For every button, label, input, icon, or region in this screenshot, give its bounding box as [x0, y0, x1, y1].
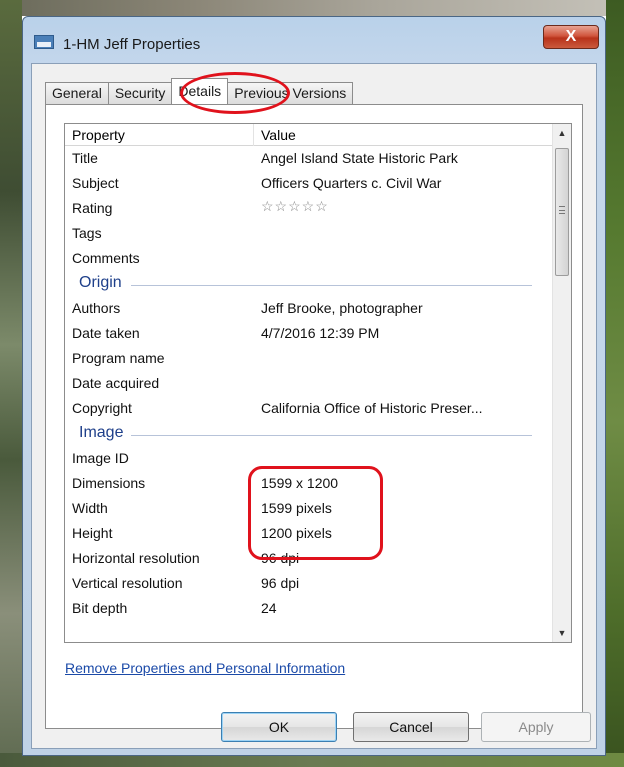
- scroll-grip-icon: [559, 206, 565, 214]
- property-name: Vertical resolution: [72, 575, 183, 591]
- property-value: California Office of Historic Preser...: [261, 400, 483, 416]
- tab-security[interactable]: Security: [107, 82, 173, 104]
- title-bar[interactable]: 1-HM Jeff Properties X: [23, 17, 605, 63]
- column-separator[interactable]: [253, 124, 254, 146]
- group-heading: Image: [79, 424, 128, 442]
- column-header-value[interactable]: Value: [261, 127, 296, 143]
- property-value: 96 dpi: [261, 575, 300, 591]
- row-authors[interactable]: Authors Jeff Brooke, photographer: [65, 297, 552, 322]
- properties-window: 1-HM Jeff Properties X General Security …: [22, 16, 606, 756]
- vertical-scrollbar[interactable]: ▲ ▼: [552, 124, 571, 642]
- cancel-button[interactable]: Cancel: [353, 712, 469, 742]
- property-name: Date taken: [72, 325, 140, 341]
- property-name: Date acquired: [72, 375, 160, 391]
- row-comments[interactable]: Comments: [65, 247, 552, 272]
- remove-properties-link[interactable]: Remove Properties and Personal Informati…: [65, 660, 345, 676]
- property-name: Subject: [72, 175, 119, 191]
- dimensions-highlight-box: [248, 466, 383, 560]
- group-divider: [131, 435, 532, 436]
- row-rating[interactable]: Rating ☆☆☆☆☆: [65, 197, 552, 222]
- scroll-up-icon[interactable]: ▲: [553, 124, 571, 142]
- group-divider: [131, 285, 532, 286]
- property-name: Title: [72, 150, 98, 166]
- row-date-taken[interactable]: Date taken 4/7/2016 12:39 PM: [65, 322, 552, 347]
- window-title: 1-HM Jeff Properties: [63, 36, 201, 53]
- details-tab-highlight-circle: [180, 72, 290, 114]
- group-image: Image: [65, 422, 552, 447]
- property-value: Angel Island State Historic Park: [261, 150, 458, 166]
- apply-button[interactable]: Apply: [481, 712, 591, 742]
- property-value: Jeff Brooke, photographer: [261, 300, 423, 316]
- property-name: Horizontal resolution: [72, 550, 200, 566]
- property-name: Dimensions: [72, 475, 146, 491]
- desktop-background-top: [0, 0, 624, 16]
- group-heading: Origin: [79, 274, 126, 292]
- scroll-thumb[interactable]: [555, 148, 569, 276]
- property-name: Program name: [72, 350, 165, 366]
- row-bit-depth[interactable]: Bit depth 24: [65, 597, 552, 622]
- property-name: Comments: [72, 250, 140, 266]
- property-name: Authors: [72, 300, 121, 316]
- rating-stars-icon[interactable]: ☆☆☆☆☆: [261, 198, 329, 215]
- scroll-down-icon[interactable]: ▼: [553, 624, 571, 642]
- row-tags[interactable]: Tags: [65, 222, 552, 247]
- property-name: Copyright: [72, 400, 132, 416]
- list-header: Property Value: [65, 124, 552, 146]
- property-name: Width: [72, 500, 108, 516]
- row-title[interactable]: Title Angel Island State Historic Park: [65, 147, 552, 172]
- row-date-acquired[interactable]: Date acquired: [65, 372, 552, 397]
- desktop-background-right: [606, 0, 624, 767]
- group-origin: Origin: [65, 272, 552, 297]
- tab-general[interactable]: General: [45, 82, 109, 104]
- property-name: Bit depth: [72, 600, 128, 616]
- row-subject[interactable]: Subject Officers Quarters c. Civil War: [65, 172, 552, 197]
- dialog-content: General Security Details Previous Versio…: [31, 63, 597, 749]
- property-name: Image ID: [72, 450, 129, 466]
- ok-button[interactable]: OK: [221, 712, 337, 742]
- row-vertical-resolution[interactable]: Vertical resolution 96 dpi: [65, 572, 552, 597]
- desktop-background-left: [0, 0, 22, 767]
- property-name: Tags: [72, 225, 102, 241]
- close-button[interactable]: X: [543, 25, 599, 49]
- property-name: Height: [72, 525, 113, 541]
- row-copyright[interactable]: Copyright California Office of Historic …: [65, 397, 552, 422]
- property-value: 4/7/2016 12:39 PM: [261, 325, 380, 341]
- row-program-name[interactable]: Program name: [65, 347, 552, 372]
- details-panel: Property Value Title Angel Island State …: [45, 104, 583, 729]
- property-name: Rating: [72, 200, 113, 216]
- property-list[interactable]: Property Value Title Angel Island State …: [64, 123, 572, 643]
- property-value: 24: [261, 600, 277, 616]
- window-icon: [34, 35, 54, 49]
- property-value: Officers Quarters c. Civil War: [261, 175, 442, 191]
- column-header-property[interactable]: Property: [72, 127, 125, 143]
